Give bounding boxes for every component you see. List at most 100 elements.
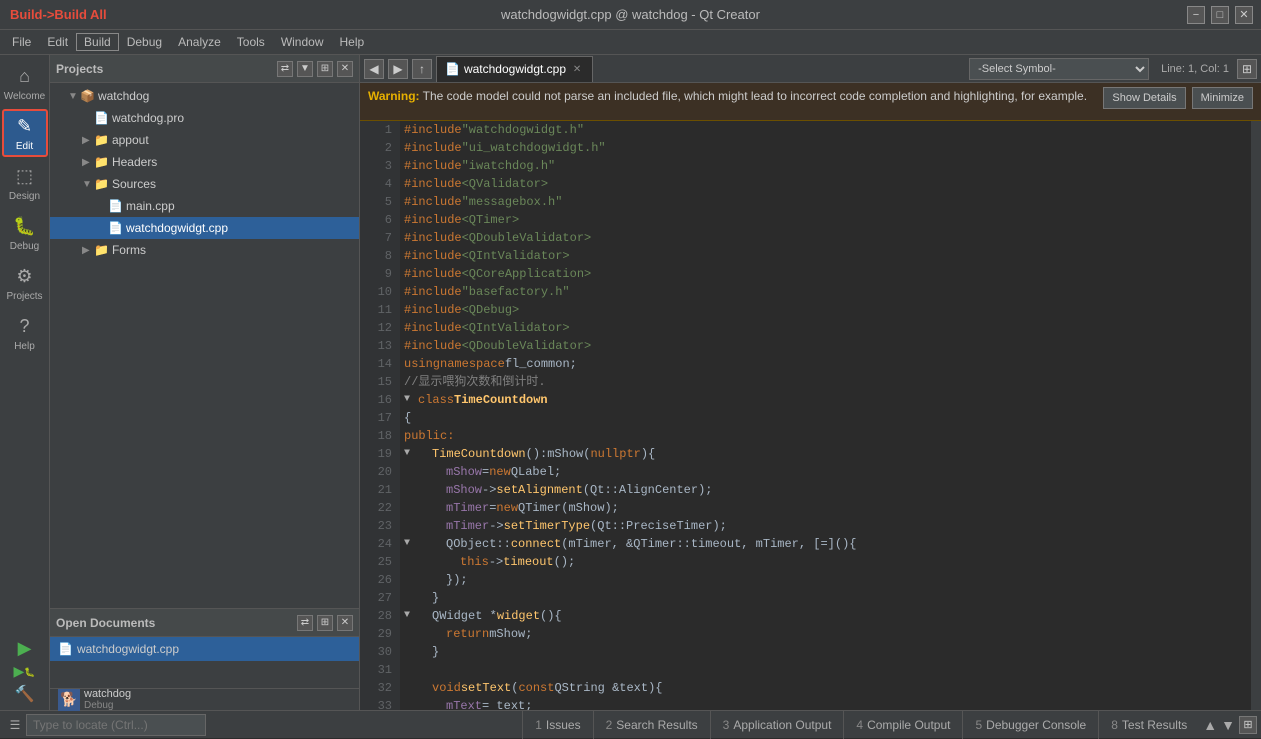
- main-layout: ⌂ Welcome ✎ Edit ⬚ Design 🐛 Debug ⚙ Proj…: [0, 55, 1261, 710]
- code-line-18: public:: [404, 427, 1247, 445]
- minimize-window-btn[interactable]: −: [1187, 6, 1205, 24]
- tab-application-output[interactable]: 3 Application Output: [710, 711, 844, 739]
- status-down-btn[interactable]: ▼: [1221, 717, 1235, 733]
- forms-folder-icon: 📁: [94, 243, 109, 257]
- code-line-32: void setText(const QString &text){: [404, 679, 1247, 697]
- tree-item-forms[interactable]: ▶ 📁 Forms: [50, 239, 359, 261]
- nav-back-btn[interactable]: ◀: [364, 59, 384, 79]
- open-docs-sync-btn[interactable]: ⇄: [297, 615, 313, 631]
- tree-item-headers[interactable]: ▶ 📁 Headers: [50, 151, 359, 173]
- line-col-info: Line: 1, Col: 1: [1161, 63, 1229, 75]
- show-details-btn[interactable]: Show Details: [1103, 87, 1185, 109]
- sync-btn[interactable]: ⇄: [277, 61, 293, 77]
- status-expand-btn[interactable]: ⊞: [1239, 716, 1257, 734]
- code-line-17: {: [404, 409, 1247, 427]
- nav-forward-btn[interactable]: ▶: [388, 59, 408, 79]
- debug-label: Debug: [84, 700, 131, 711]
- code-line-24: ▼QObject::connect(mTimer, &QTimer::timeo…: [404, 535, 1247, 553]
- open-doc-watchdogwidgt[interactable]: 📄 watchdogwidgt.cpp: [50, 637, 359, 661]
- tab-issues[interactable]: 1 Issues: [522, 711, 592, 739]
- open-docs-controls: ⇄ ⊞ ✕: [297, 615, 353, 631]
- open-docs-split-btn[interactable]: ⊞: [317, 615, 333, 631]
- code-line-7: #include <QDoubleValidator>: [404, 229, 1247, 247]
- close-window-btn[interactable]: ✕: [1235, 6, 1253, 24]
- tab-debugger-console[interactable]: 5 Debugger Console: [962, 711, 1098, 739]
- tree-item-watchdog-pro[interactable]: 📄 watchdog.pro: [50, 107, 359, 129]
- sidebar-toggle-btn[interactable]: ☰: [4, 714, 26, 736]
- menubar: File Edit Build Debug Analyze Tools Wind…: [0, 30, 1261, 55]
- sidebar-item-design[interactable]: ⬚ Design: [2, 159, 48, 207]
- fold-24[interactable]: ▼: [404, 535, 418, 553]
- menu-file[interactable]: File: [4, 33, 39, 51]
- design-icon: ⬚: [13, 165, 37, 189]
- code-line-14: using namespace fl_common;: [404, 355, 1247, 373]
- statusbar: ☰ 1 Issues 2 Search Results 3 Applicatio…: [0, 710, 1261, 738]
- tab-search-results[interactable]: 2 Search Results: [593, 711, 710, 739]
- code-line-21: mShow->setAlignment(Qt::AlignCenter);: [404, 481, 1247, 499]
- locate-input[interactable]: [26, 714, 206, 736]
- filter-btn[interactable]: ▼: [297, 61, 313, 77]
- tree-item-watchdogwidgt-cpp[interactable]: 📄 watchdogwidgt.cpp: [50, 217, 359, 239]
- tab-file-icon: 📄: [445, 62, 460, 76]
- line-numbers: 1 2 3 4 5 6 7 8 9 10 11 12 13 14 15 ▼16 …: [360, 121, 400, 710]
- menu-window[interactable]: Window: [273, 33, 332, 51]
- close-panel-btn[interactable]: ✕: [337, 61, 353, 77]
- code-line-5: #include "messagebox.h": [404, 193, 1247, 211]
- code-line-28: ▼QWidget *widget(){: [404, 607, 1247, 625]
- tree-item-sources[interactable]: ▼ 📁 Sources: [50, 173, 359, 195]
- symbol-select[interactable]: -Select Symbol-: [969, 58, 1149, 80]
- menu-build[interactable]: Build: [76, 33, 119, 51]
- help-icon: ?: [13, 315, 37, 339]
- restore-window-btn[interactable]: □: [1211, 6, 1229, 24]
- sidebar-item-debug[interactable]: 🐛 Debug: [2, 209, 48, 257]
- watchdog-name: watchdog: [84, 688, 131, 700]
- menu-debug[interactable]: Debug: [119, 33, 170, 51]
- run-button[interactable]: ▶: [18, 638, 32, 659]
- main-cpp-icon: 📄: [108, 199, 123, 213]
- sidebar-item-welcome[interactable]: ⌂ Welcome: [2, 59, 48, 107]
- code-line-10: #include "basefactory.h": [404, 283, 1247, 301]
- editor-scrollbar[interactable]: [1251, 121, 1261, 710]
- headers-folder-icon: 📁: [94, 155, 109, 169]
- status-right-controls: ▲ ▼ ⊞: [1203, 716, 1257, 734]
- status-tabs: 1 Issues 2 Search Results 3 Application …: [522, 711, 1199, 739]
- menu-analyze[interactable]: Analyze: [170, 33, 229, 51]
- fold-19[interactable]: ▼: [404, 445, 418, 463]
- code-line-22: mTimer = new QTimer(mShow);: [404, 499, 1247, 517]
- code-line-3: #include "iwatchdog.h": [404, 157, 1247, 175]
- tab-compile-output[interactable]: 4 Compile Output: [843, 711, 962, 739]
- sidebar-item-projects[interactable]: ⚙ Projects: [2, 259, 48, 307]
- menu-edit[interactable]: Edit: [39, 33, 76, 51]
- code-line-11: #include <QDebug>: [404, 301, 1247, 319]
- tree-item-watchdog[interactable]: ▼ 📦 watchdog: [50, 85, 359, 107]
- sidebar-item-help[interactable]: ? Help: [2, 309, 48, 357]
- fold-28[interactable]: ▼: [404, 607, 418, 625]
- run-debug-button[interactable]: ▶🐛: [14, 663, 36, 680]
- status-up-btn[interactable]: ▲: [1203, 717, 1217, 733]
- open-docs-close-btn[interactable]: ✕: [337, 615, 353, 631]
- code-editor[interactable]: 1 2 3 4 5 6 7 8 9 10 11 12 13 14 15 ▼16 …: [360, 121, 1261, 710]
- minimize-warning-btn[interactable]: Minimize: [1192, 87, 1253, 109]
- split-editor-btn[interactable]: ⊞: [1237, 59, 1257, 79]
- code-content[interactable]: #include "watchdogwidgt.h" #include "ui_…: [400, 121, 1251, 710]
- code-line-6: #include <QTimer>: [404, 211, 1247, 229]
- nav-up-btn[interactable]: ↑: [412, 59, 432, 79]
- code-line-31: [404, 661, 1247, 679]
- tree-item-main-cpp[interactable]: 📄 main.cpp: [50, 195, 359, 217]
- split-btn[interactable]: ⊞: [317, 61, 333, 77]
- tab-test-results[interactable]: 8 Test Results: [1098, 711, 1199, 739]
- editor-area: ◀ ▶ ↑ 📄 watchdogwidgt.cpp ✕ -Select Symb…: [360, 55, 1261, 710]
- build-all-label[interactable]: Build->Build All: [10, 7, 107, 22]
- sources-folder-icon: 📁: [94, 177, 109, 191]
- fold-16[interactable]: ▼: [404, 391, 418, 409]
- window-title: watchdogwidgt.cpp @ watchdog - Qt Creato…: [501, 7, 760, 22]
- projects-panel-controls: ⇄ ▼ ⊞ ✕: [277, 61, 353, 77]
- menu-tools[interactable]: Tools: [229, 33, 273, 51]
- tree-item-appout[interactable]: ▶ 📁 appout: [50, 129, 359, 151]
- tab-close-btn[interactable]: ✕: [570, 62, 584, 76]
- edit-icon: ✎: [13, 115, 37, 139]
- tab-watchdogwidgt-cpp[interactable]: 📄 watchdogwidgt.cpp ✕: [436, 56, 593, 82]
- menu-help[interactable]: Help: [332, 33, 373, 51]
- sidebar-item-edit[interactable]: ✎ Edit: [2, 109, 48, 157]
- build-button[interactable]: 🔨: [15, 684, 35, 704]
